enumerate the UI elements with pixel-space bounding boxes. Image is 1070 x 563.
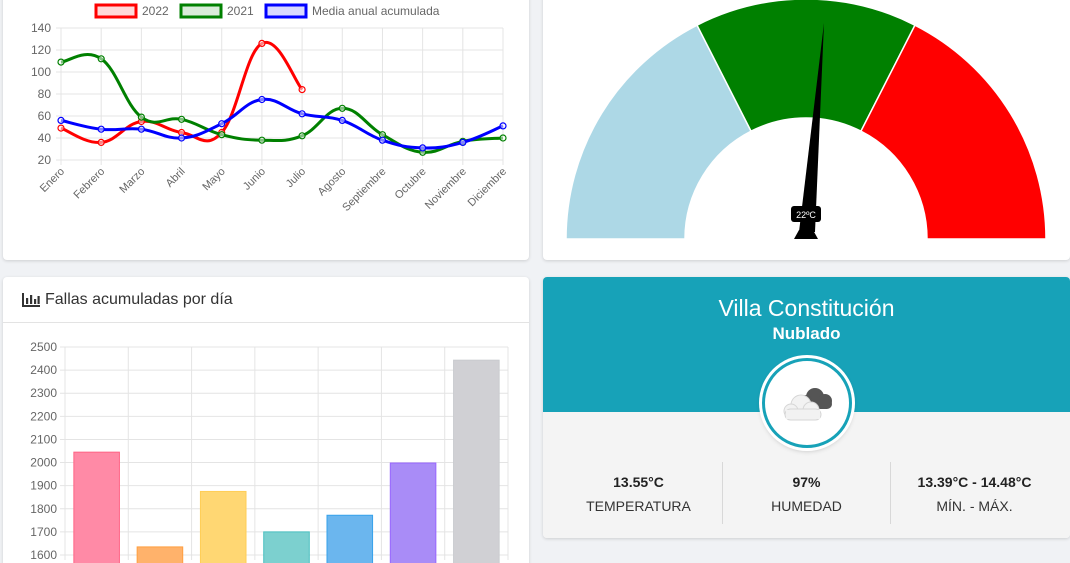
bar	[389, 462, 437, 563]
x-tick-label: Marzo	[117, 166, 147, 196]
data-point	[218, 120, 226, 128]
daily-bar-chart: 1600 1700 1800 1900 2000 2100 2200 2300 2400 2500	[30, 340, 509, 563]
line-chart-x-axis: Enero Febrero Marzo Abril Mayo Junio Julio Agos…	[38, 166, 509, 214]
y-tick-label: 2100	[30, 432, 57, 446]
weather-stat-humidity: 97% HUMEDAD	[723, 462, 891, 524]
bar-chart-bars	[73, 359, 500, 563]
data-point	[57, 58, 65, 66]
y-tick-label: 100	[31, 65, 51, 79]
weather-stat-minmax: 13.39°C - 14.48°C MÍN. - MÁX.	[891, 462, 1058, 524]
x-tick-label: Agosto	[316, 166, 349, 199]
gauge-label: 22ºC	[796, 210, 816, 220]
data-point	[499, 122, 507, 130]
bar	[326, 514, 374, 563]
bar	[263, 531, 310, 563]
bar-card-header: Fallas acumuladas por día	[3, 277, 529, 323]
x-tick-label: Mayo	[200, 166, 228, 194]
data-point	[218, 131, 226, 139]
minmax-value: 13.39°C - 14.48°C	[917, 474, 1032, 490]
bar	[453, 359, 500, 563]
x-tick-label: Junio	[241, 166, 268, 193]
bar-chart-y-axis: 1600 1700 1800 1900 2000 2100 2200 2300 2400 2500	[30, 340, 57, 562]
temperature-value: 13.55°C	[613, 474, 664, 490]
data-point	[298, 85, 306, 94]
temperature-gauge-card: 22ºC	[543, 0, 1070, 260]
daily-faults-card: Fallas acumuladas por día 1600 1700 1800 19…	[3, 277, 529, 563]
y-tick-label: 40	[38, 131, 52, 145]
legend-swatch	[264, 3, 308, 19]
line-chart-y-axis: 20 40 60 80 100 120 140	[31, 21, 51, 167]
x-tick-label: Enero	[38, 166, 67, 195]
data-point	[97, 125, 105, 133]
data-point	[258, 39, 266, 48]
x-tick-label: Febrero	[72, 166, 108, 202]
bar-card-title: Fallas acumuladas por día	[45, 290, 233, 308]
data-point	[499, 134, 507, 142]
data-point	[57, 124, 65, 132]
data-point	[97, 55, 105, 63]
weather-stats: 13.55°C TEMPERATURA 97% HUMEDAD 13.39°C …	[555, 462, 1058, 524]
data-point	[57, 116, 65, 125]
data-point	[137, 113, 145, 121]
data-point	[97, 138, 105, 146]
data-point	[258, 95, 266, 104]
bar	[136, 546, 184, 563]
data-point	[338, 116, 346, 125]
data-point	[177, 115, 186, 123]
y-tick-label: 1700	[30, 525, 57, 539]
line-chart-grid	[56, 27, 504, 165]
cloudy-icon	[783, 388, 832, 421]
y-tick-label: 20	[38, 153, 52, 167]
bar	[73, 451, 120, 563]
data-point	[298, 132, 306, 140]
bar-chart-grid	[60, 346, 509, 560]
y-tick-label: 2500	[30, 340, 57, 354]
legend-label: 2021	[227, 4, 254, 18]
data-point	[258, 136, 266, 144]
temperature-label: TEMPERATURA	[586, 498, 691, 514]
line-chart-legend: 2022 2021 Media anual acumulada	[94, 3, 440, 19]
x-tick-label: Octubre	[393, 166, 429, 202]
monthly-faults-card: 2022 2021 Media anual acumulada 20 40 60 80 10…	[3, 0, 529, 260]
x-tick-label: Diciembre	[466, 166, 509, 209]
bar	[199, 490, 247, 563]
data-point	[338, 104, 346, 112]
legend-swatch	[179, 3, 223, 19]
x-tick-label: Septiembre	[340, 166, 388, 214]
data-point	[419, 144, 427, 152]
data-point	[137, 125, 145, 133]
humidity-value: 97%	[792, 474, 821, 490]
x-tick-label: Noviembre	[423, 166, 469, 212]
y-tick-label: 2200	[30, 409, 57, 423]
y-tick-label: 1800	[30, 502, 57, 516]
weather-condition: Nublado	[772, 324, 841, 343]
y-tick-label: 120	[31, 43, 51, 57]
weather-city: Villa Constitución	[718, 295, 895, 321]
monthly-line-chart: 2022 2021 Media anual acumulada 20 40 60 80 10…	[31, 3, 509, 214]
legend-swatch	[94, 3, 138, 19]
data-point	[177, 134, 186, 142]
temperature-gauge: 22ºC	[565, 0, 1047, 240]
weather-card: Villa Constitución Nublado 13.55°C TEMPE…	[543, 277, 1070, 538]
y-tick-label: 1600	[30, 548, 57, 562]
data-point	[459, 138, 467, 146]
y-tick-label: 2300	[30, 386, 57, 400]
weather-icon-circle	[762, 358, 852, 448]
x-tick-label: Julio	[284, 166, 308, 190]
humidity-label: HUMEDAD	[771, 498, 842, 514]
data-point	[378, 136, 387, 144]
bar-chart-icon	[22, 292, 40, 307]
y-tick-label: 60	[38, 109, 52, 123]
weather-stat-temperature: 13.55°C TEMPERATURA	[555, 462, 723, 524]
data-point	[298, 110, 306, 118]
y-tick-label: 2400	[30, 363, 57, 377]
legend-label: 2022	[142, 4, 169, 18]
legend-label: Media anual acumulada	[312, 4, 440, 18]
y-tick-label: 80	[38, 87, 52, 101]
minmax-label: MÍN. - MÁX.	[936, 498, 1013, 514]
x-tick-label: Abril	[164, 166, 188, 190]
y-tick-label: 1900	[30, 479, 57, 493]
y-tick-label: 140	[31, 21, 51, 35]
y-tick-label: 2000	[30, 456, 57, 470]
